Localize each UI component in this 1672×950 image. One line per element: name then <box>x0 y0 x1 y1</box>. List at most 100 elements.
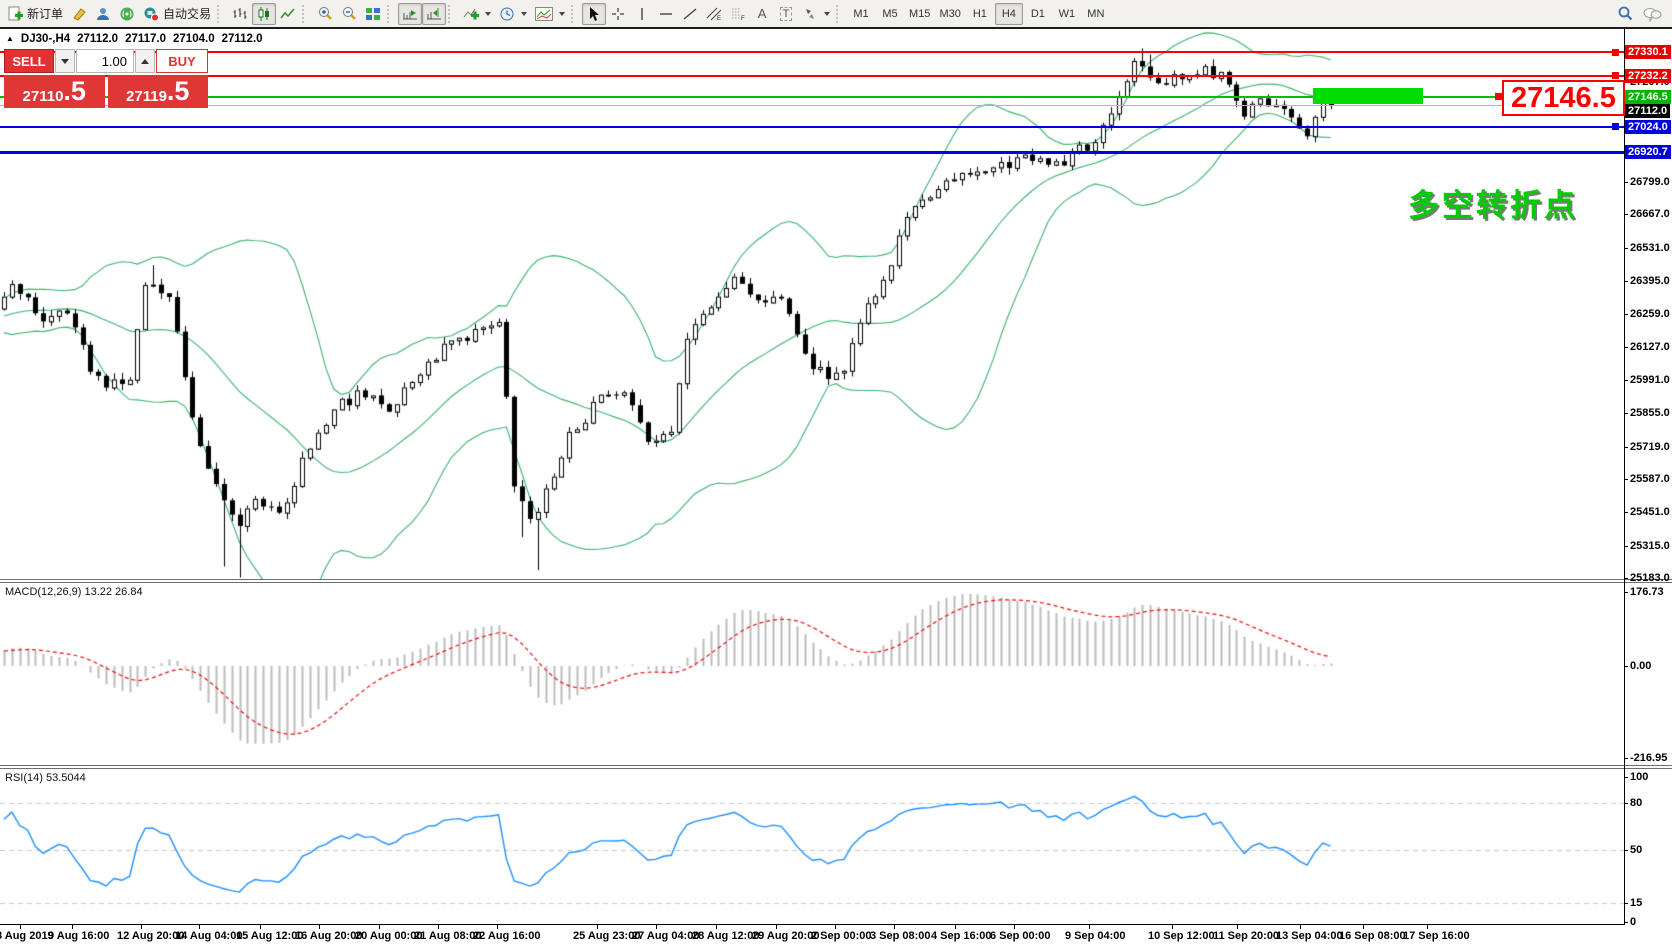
arrow-down-icon <box>61 59 69 64</box>
signals-button[interactable] <box>115 3 139 25</box>
date-axis-label: 17 Sep 16:00 <box>1403 930 1470 942</box>
chart-ohlc-header: ▲ DJ30-,H4 27112.0 27117.0 27104.0 27112… <box>6 33 263 45</box>
line-anchor-marker[interactable] <box>1495 93 1502 100</box>
bid-frac: .5 <box>63 77 86 106</box>
price-tick-mark <box>1624 546 1628 547</box>
chinese-annotation[interactable]: 多空转折点 <box>1408 180 1578 225</box>
lot-size-input[interactable] <box>76 49 134 73</box>
horizontal-line-tool-button[interactable] <box>654 3 678 25</box>
date-tick-mark <box>199 925 200 929</box>
price-tick-mark <box>1624 347 1628 348</box>
zoom-in-button[interactable] <box>313 3 337 25</box>
price-level-line[interactable] <box>0 75 1624 77</box>
line-anchor-marker[interactable] <box>1612 123 1619 130</box>
toolbar-grip <box>836 5 845 23</box>
price-level-line[interactable] <box>0 151 1624 154</box>
arrows-icon <box>802 6 818 22</box>
date-tick-mark <box>141 925 142 929</box>
equidistant-channel-icon: E <box>706 6 722 22</box>
price-level-label: 27112.0 <box>1625 104 1670 118</box>
toolbar: 新订单 自动交易 <box>0 0 1672 27</box>
price-level-line[interactable] <box>0 105 1624 106</box>
auto-scroll-button[interactable] <box>398 3 422 25</box>
line-chart-button[interactable] <box>276 3 300 25</box>
price-level-line[interactable] <box>0 51 1624 53</box>
indicators-button[interactable] <box>459 3 495 25</box>
bid-price-display[interactable]: 27110 .5 <box>4 75 105 108</box>
timeframe-h4-button[interactable]: H4 <box>995 3 1023 25</box>
timeframe-mn-button[interactable]: MN <box>1082 3 1110 25</box>
date-axis-label: 21 Aug 08:00 <box>414 930 481 942</box>
macd-tick-mark <box>1624 666 1628 667</box>
timeframe-m30-button[interactable]: M30 <box>935 3 964 25</box>
profile-button[interactable] <box>91 3 115 25</box>
crosshair-tool-button[interactable] <box>606 3 630 25</box>
zoom-out-button[interactable] <box>337 3 361 25</box>
rsi-tick-mark <box>1624 803 1628 804</box>
price-tick-mark <box>1624 479 1628 480</box>
price-callout-label[interactable]: 27146.5 <box>1502 80 1625 116</box>
chart-shift-button[interactable] <box>422 3 446 25</box>
signals-icon <box>119 6 135 22</box>
collapse-arrow-icon[interactable]: ▲ <box>6 34 14 46</box>
price-tick-mark <box>1624 578 1628 579</box>
search-button[interactable] <box>1613 3 1638 25</box>
date-axis-label: 15 Aug 12:00 <box>236 930 303 942</box>
line-anchor-marker[interactable] <box>1612 72 1619 79</box>
timeframe-m15-button[interactable]: M15 <box>905 3 934 25</box>
supply-zone-rectangle[interactable] <box>1313 88 1423 104</box>
sell-button[interactable]: SELL <box>4 49 54 73</box>
timeframe-w1-button[interactable]: W1 <box>1053 3 1081 25</box>
label-tool-button[interactable]: T <box>774 3 798 25</box>
main-chart-canvas[interactable] <box>0 29 1624 583</box>
text-tool-button[interactable]: A <box>750 3 774 25</box>
timeframe-d1-button[interactable]: D1 <box>1024 3 1052 25</box>
periods-button[interactable] <box>495 3 531 25</box>
buy-button[interactable]: BUY <box>156 49 208 73</box>
price-tick-label: 26259.0 <box>1630 308 1670 320</box>
highlight-button[interactable] <box>67 3 91 25</box>
cursor-tool-button[interactable] <box>582 3 606 25</box>
date-axis-label: 28 Aug 12:00 <box>692 930 759 942</box>
vertical-line-icon <box>634 6 650 22</box>
fibonacci-tool-button[interactable]: F <box>726 3 750 25</box>
timeframe-m5-button[interactable]: M5 <box>876 3 904 25</box>
timeframe-h1-button[interactable]: H1 <box>966 3 994 25</box>
label-tool-icon: T <box>780 7 793 21</box>
horizontal-line-icon <box>658 6 674 22</box>
panel-separator[interactable] <box>0 579 1672 583</box>
templates-button[interactable] <box>531 3 569 25</box>
autotrading-button[interactable]: 自动交易 <box>139 3 215 25</box>
timeframe-m1-button[interactable]: M1 <box>847 3 875 25</box>
price-tick-label: 25315.0 <box>1630 540 1670 552</box>
channel-tool-button[interactable]: E <box>702 3 726 25</box>
ask-price-display[interactable]: 27119 .5 <box>108 75 209 108</box>
date-tick-mark <box>894 925 895 929</box>
bar-chart-button[interactable] <box>228 3 252 25</box>
candlestick-chart-button[interactable] <box>252 3 276 25</box>
profile-icon <box>95 6 111 22</box>
new-order-button[interactable]: 新订单 <box>3 3 67 25</box>
tile-windows-button[interactable] <box>361 3 385 25</box>
cursor-icon <box>586 6 602 22</box>
trendline-tool-button[interactable] <box>678 3 702 25</box>
rsi-chart-canvas[interactable] <box>0 769 1624 924</box>
price-level-line[interactable] <box>0 126 1624 128</box>
lot-increase-button[interactable] <box>135 49 155 73</box>
price-tick-label: 26667.0 <box>1630 208 1670 220</box>
arrows-tool-button[interactable] <box>798 3 834 25</box>
line-anchor-marker[interactable] <box>1612 49 1619 56</box>
date-axis-label: 16 Aug 20:00 <box>295 930 362 942</box>
date-tick-mark <box>597 925 598 929</box>
clock-icon <box>499 6 515 22</box>
crosshair-icon <box>610 6 626 22</box>
panel-separator[interactable] <box>0 765 1672 769</box>
price-tick-label: 26799.0 <box>1630 176 1670 188</box>
date-axis-label: 3 Sep 08:00 <box>870 930 931 942</box>
macd-chart-canvas[interactable] <box>0 583 1624 765</box>
lot-decrease-button[interactable] <box>55 49 75 73</box>
macd-indicator-label: MACD(12,26,9) 13.22 26.84 <box>5 586 143 598</box>
vertical-line-tool-button[interactable] <box>630 3 654 25</box>
bid-main: 27110 <box>23 88 64 108</box>
chat-button[interactable] <box>1638 3 1666 25</box>
